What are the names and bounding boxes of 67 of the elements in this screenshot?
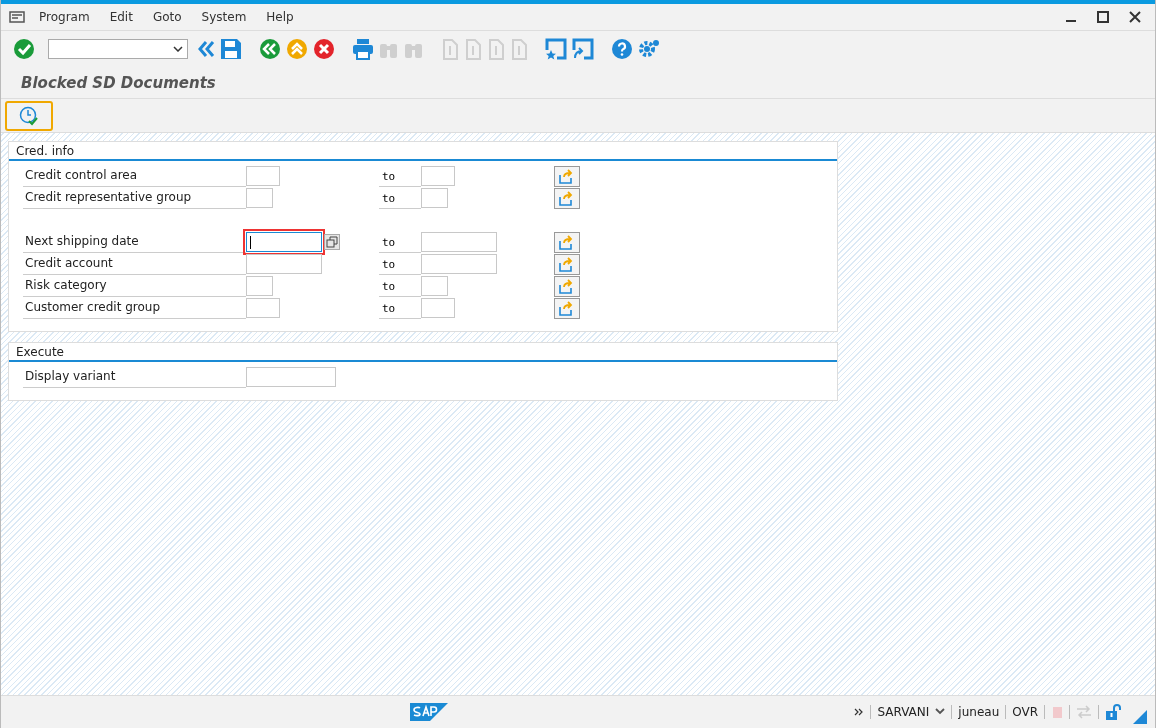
print-icon[interactable] <box>352 38 374 60</box>
section-title: Execute <box>16 345 64 359</box>
input-field[interactable] <box>421 166 455 186</box>
menu-item[interactable]: Help <box>266 10 294 24</box>
input-field[interactable] <box>421 254 497 274</box>
value-help-icon[interactable] <box>324 234 340 250</box>
multiple-selection-button[interactable] <box>554 187 580 209</box>
menu-item[interactable]: Edit <box>109 10 133 24</box>
input-field[interactable] <box>421 276 448 296</box>
field-label: Credit control area <box>23 165 246 187</box>
input-field[interactable] <box>421 188 448 208</box>
arrow-box-icon <box>559 300 575 316</box>
menu-icon[interactable] <box>9 11 25 23</box>
maximize-icon[interactable] <box>1097 11 1109 23</box>
menu-item[interactable]: Program <box>39 10 90 24</box>
double-chevron-icon[interactable] <box>854 707 865 717</box>
resize-grip-icon[interactable] <box>1133 710 1147 724</box>
input-field[interactable] <box>421 298 455 318</box>
help-icon[interactable] <box>611 38 633 60</box>
system-name: SARVANI <box>877 705 930 719</box>
arrow-box-icon <box>559 190 575 206</box>
insert-mode: OVR <box>1012 705 1038 719</box>
field-label: Credit representative group <box>23 187 246 209</box>
window-star-icon[interactable] <box>545 38 567 60</box>
input-field[interactable] <box>246 276 273 296</box>
field-label: Risk category <box>23 275 246 297</box>
back-icon[interactable] <box>259 38 281 60</box>
multiple-selection-button[interactable] <box>554 231 580 253</box>
field-label: Credit account <box>23 253 246 275</box>
transfer-icon <box>1076 705 1092 719</box>
screen-title: Blocked SD Documents <box>21 73 216 92</box>
cancel-icon[interactable] <box>313 38 335 60</box>
up-chevron-icon[interactable] <box>286 38 308 60</box>
multiple-selection-button[interactable] <box>554 297 580 319</box>
save-icon[interactable] <box>220 38 242 60</box>
arrow-box-icon <box>559 168 575 184</box>
caret-icon <box>173 46 183 52</box>
execute-button[interactable] <box>5 100 53 131</box>
section-title: Cred. info <box>16 144 75 158</box>
input-field[interactable] <box>246 367 336 387</box>
padlock-icon[interactable] <box>1105 704 1121 720</box>
multiple-selection-button[interactable] <box>554 253 580 275</box>
command-field[interactable] <box>48 39 188 59</box>
input-field[interactable] <box>246 188 273 208</box>
client-name: juneau <box>958 705 1000 719</box>
field-label: Customer credit group <box>23 297 246 319</box>
menu-item[interactable]: Goto <box>152 10 182 24</box>
window-arrow-icon[interactable] <box>572 38 594 60</box>
arrow-box-icon <box>559 234 575 250</box>
arrow-box-icon <box>559 278 575 294</box>
close-icon[interactable] <box>1129 11 1141 23</box>
multiple-selection-button[interactable] <box>554 165 580 187</box>
menu-item[interactable]: System <box>201 10 247 24</box>
arrow-box-icon <box>559 256 575 272</box>
multiple-selection-button[interactable] <box>554 275 580 297</box>
field-label: Display variant <box>23 366 246 388</box>
input-field[interactable] <box>246 232 322 252</box>
input-field[interactable] <box>421 232 497 252</box>
input-field[interactable] <box>246 254 322 274</box>
settings-icon[interactable] <box>638 38 660 60</box>
caret-icon[interactable] <box>935 708 946 716</box>
input-field[interactable] <box>246 166 280 186</box>
input-field[interactable] <box>246 298 280 318</box>
sap-logo <box>409 703 448 721</box>
clock-check-icon <box>19 105 39 126</box>
flag-icon <box>1051 705 1063 719</box>
checkmark-icon[interactable] <box>13 38 35 60</box>
